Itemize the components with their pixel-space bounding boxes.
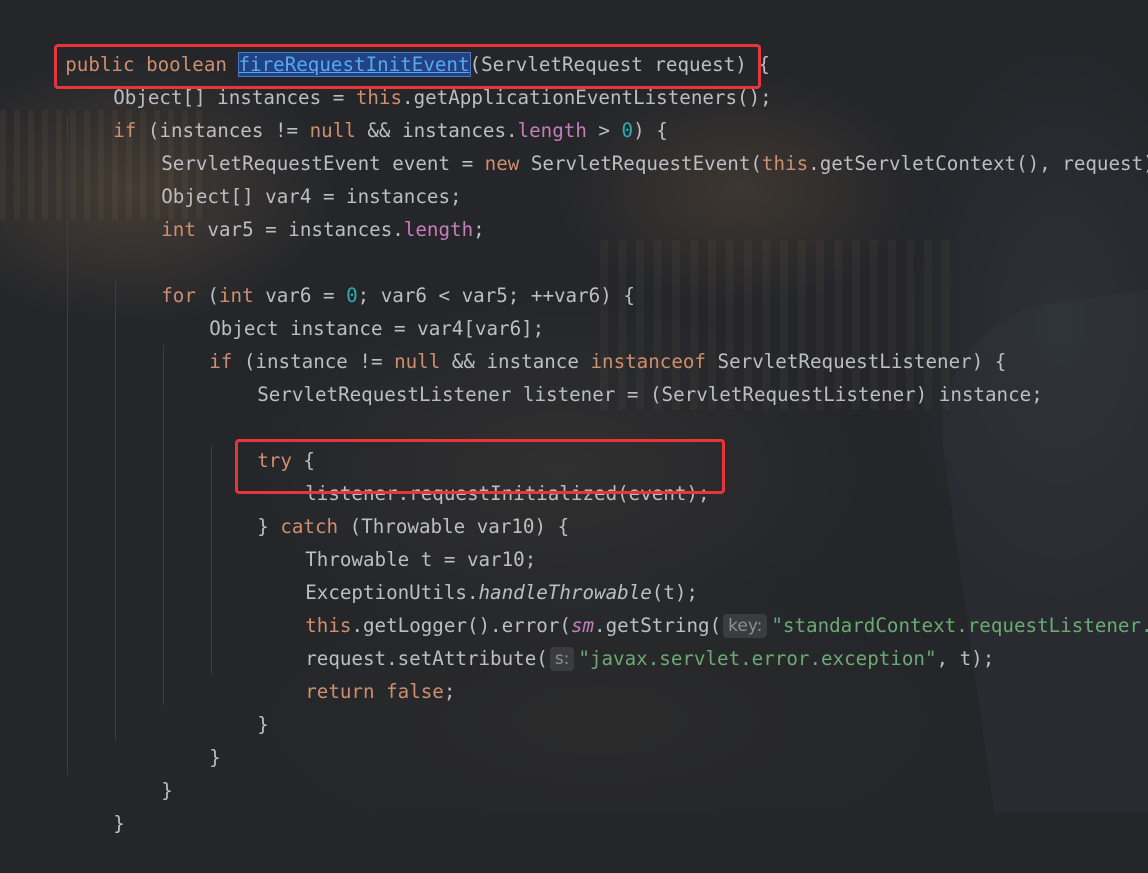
token: }: [113, 812, 125, 835]
token: "javax.servlet.error.exception": [578, 647, 937, 670]
token: ServletRequestEvent(: [519, 152, 762, 175]
highlight-box-request-initialized: [235, 439, 725, 494]
parameter-hint: s:: [549, 647, 575, 671]
code-line-20: return false;: [259, 642, 455, 703]
code-line-24: }: [67, 774, 125, 835]
token: ;: [443, 680, 456, 703]
token: }: [257, 713, 269, 736]
token: new: [484, 152, 520, 175]
code-line-17: ExceptionUtils.handleThrowable(t);: [259, 543, 698, 604]
highlight-box-listeners: [54, 44, 761, 89]
code-line-9: Object instance = var4[var6];: [163, 279, 544, 340]
code-line-19: request.setAttribute(s: "javax.servlet.er…: [259, 609, 994, 671]
code-line-6: int var5 = instances.length;: [115, 180, 484, 241]
token: }: [161, 779, 173, 802]
token: return: [305, 680, 375, 703]
code-line-11: ServletRequestListener listener = (Servl…: [211, 345, 1043, 406]
code-line-5: Object[] var4 = instances;: [115, 147, 461, 208]
code-line-10: if (instance != null && instance instanc…: [163, 312, 1006, 373]
token: ServletRequestListener listener = (Servl…: [257, 383, 1043, 406]
token: length: [403, 218, 474, 241]
code-line-22: }: [163, 708, 221, 769]
token: }: [209, 746, 221, 769]
token: .getServletContext(), request);: [808, 152, 1148, 175]
code-line-21: }: [211, 675, 269, 736]
token: var5 = instances.: [195, 218, 404, 241]
token: ;: [473, 218, 485, 241]
code-editor[interactable]: public boolean fireRequestInitEvent(Serv…: [0, 0, 1148, 835]
code-line-4: ServletRequestEvent event = new ServletR…: [115, 114, 1148, 175]
code-line-16: Throwable t = var10;: [259, 510, 536, 571]
token: false: [386, 680, 444, 703]
code-line-8: for (int var6 = 0; var6 < var5; ++var6) …: [115, 246, 635, 307]
code-line-18: this.getLogger().error(sm.getString(key:…: [259, 576, 1148, 638]
token: int: [161, 218, 196, 241]
token: , t);: [936, 647, 995, 670]
token: this: [761, 152, 809, 175]
code-line-23: }: [115, 741, 173, 802]
